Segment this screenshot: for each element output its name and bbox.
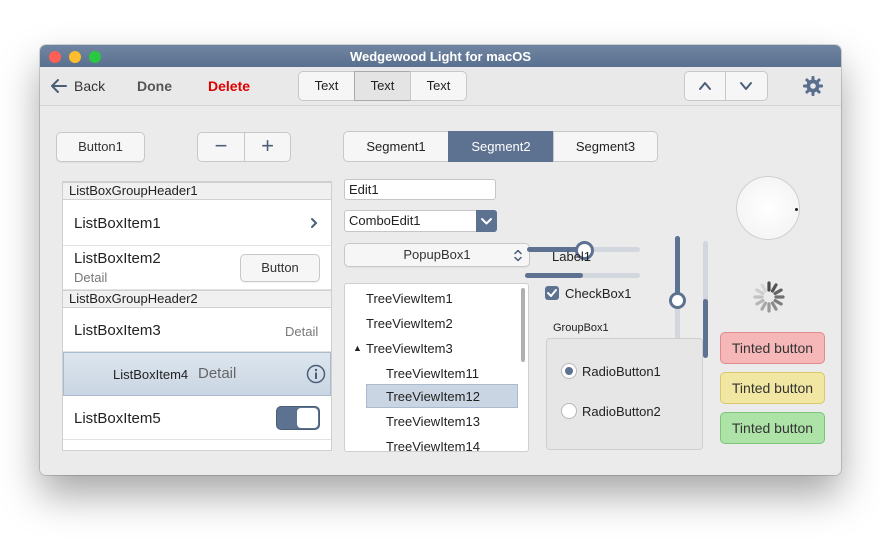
toolbar: Back Done Delete Text Text Text [40, 67, 841, 106]
up-down-arrows-icon [514, 249, 522, 262]
vslider-1-track[interactable] [669, 236, 686, 348]
text-segment-2[interactable]: Text [354, 71, 411, 101]
tree-expand-triangle-icon[interactable]: ▲ [353, 341, 362, 356]
checkmark-icon [547, 289, 557, 297]
radio-dot [565, 367, 573, 375]
gear-icon[interactable] [802, 75, 824, 97]
checkbox1-label[interactable]: CheckBox1 [565, 286, 631, 301]
listbox-item-1[interactable]: ListBoxItem1 [63, 200, 331, 246]
chevron-right-icon [311, 218, 318, 228]
segmented-control: Segment1 Segment2 Segment3 [343, 131, 658, 162]
text-segmented-control: Text Text Text [298, 71, 467, 101]
vslider-2-track[interactable] [703, 241, 708, 358]
chevron-down-icon [481, 218, 492, 225]
listbox: ListBoxGroupHeader1 ListBoxItem1 ListBox… [62, 181, 332, 451]
knob-indicator [795, 208, 798, 211]
listbox-group-header-1: ListBoxGroupHeader1 [63, 182, 331, 200]
done-button[interactable]: Done [137, 78, 172, 94]
down-button[interactable] [725, 71, 768, 101]
tree-item-3[interactable]: TreeViewItem3 [366, 341, 453, 356]
tree-item-11[interactable]: TreeViewItem11 [386, 366, 479, 381]
button1[interactable]: Button1 [56, 132, 145, 162]
minus-plus-stepper: − + [197, 132, 291, 162]
combo-dropdown-button[interactable] [476, 210, 497, 232]
listbox-item-2-detail: Detail [74, 270, 108, 285]
vslider-2-fill [703, 299, 708, 358]
activity-spinner-icon [753, 281, 785, 313]
window-title: Wedgewood Light for macOS [349, 49, 532, 64]
back-arrow-icon [51, 79, 67, 93]
groupbox1: RadioButton1 RadioButton2 [546, 338, 703, 450]
title-bar: Wedgewood Light for macOS [40, 45, 841, 67]
chevron-down-icon [740, 82, 752, 90]
app-window: Wedgewood Light for macOS Back Done Dele… [40, 45, 841, 475]
rotary-knob[interactable] [736, 176, 800, 240]
slider-2-fill [525, 273, 583, 278]
text-segment-1[interactable]: Text [298, 71, 355, 101]
content-area: Button1 − + ListBoxGroupHeader1 ListBoxI… [40, 106, 841, 475]
plus-button[interactable]: + [244, 132, 291, 162]
tree-scrollbar[interactable] [521, 288, 525, 362]
listbox-item-2-button[interactable]: Button [240, 254, 320, 282]
listbox-item-1-label: ListBoxItem1 [74, 215, 161, 232]
text-segment-3[interactable]: Text [410, 71, 467, 101]
listbox-item-4-detail: Detail [198, 365, 237, 382]
listbox-item-4-label: ListBoxItem4 [113, 367, 189, 382]
tinted-button-green[interactable]: Tinted button [720, 412, 825, 444]
up-button[interactable] [684, 71, 726, 101]
vslider-1-thumb[interactable] [669, 292, 686, 309]
slider-2-track[interactable] [525, 273, 640, 278]
tinted-button-red[interactable]: Tinted button [720, 332, 825, 364]
listbox-item-3[interactable]: ListBoxItem3 Detail [63, 308, 331, 352]
tree-item-2[interactable]: TreeViewItem2 [366, 316, 453, 331]
tree-item-1[interactable]: TreeViewItem1 [366, 291, 453, 306]
listbox-item-5-toggle[interactable] [276, 406, 320, 430]
segment-2[interactable]: Segment2 [448, 131, 554, 162]
listbox-item-2-label: ListBoxItem2 [74, 250, 161, 267]
combo-edit1-value: ComboEdit1 [349, 213, 421, 228]
listbox-item-3-label: ListBoxItem3 [74, 322, 161, 339]
popup-box1-value: PopupBox1 [403, 247, 471, 262]
listbox-item-5-label: ListBoxItem5 [74, 410, 161, 427]
listbox-group-header-2: ListBoxGroupHeader2 [63, 290, 331, 308]
listbox-item-3-detail: Detail [285, 324, 319, 339]
chevron-up-icon [699, 82, 711, 90]
listbox-item-2[interactable]: ListBoxItem2 Detail Button [63, 246, 331, 290]
segment-3[interactable]: Segment3 [553, 131, 658, 162]
tree-view: TreeViewItem1 TreeViewItem2 ▲ TreeViewIt… [344, 283, 529, 452]
radio-button-1-label[interactable]: RadioButton1 [582, 364, 661, 379]
up-down-control [684, 71, 768, 101]
delete-button[interactable]: Delete [208, 78, 250, 94]
groupbox1-title: GroupBox1 [553, 322, 609, 334]
segment-1[interactable]: Segment1 [343, 131, 449, 162]
toggle-knob [297, 408, 318, 428]
edit1-field[interactable]: Edit1 [344, 179, 496, 200]
info-icon[interactable] [306, 364, 326, 384]
radio-button-1[interactable] [561, 363, 577, 379]
listbox-item-4[interactable]: ListBoxItem4 Detail [63, 352, 331, 396]
tree-item-13[interactable]: TreeViewItem13 [386, 414, 480, 429]
combo-edit1-field[interactable]: ComboEdit1 [344, 210, 497, 232]
checkbox1-box[interactable] [545, 286, 559, 300]
minus-button[interactable]: − [197, 132, 245, 162]
tree-item-12[interactable]: TreeViewItem12 [386, 389, 480, 404]
tinted-button-yellow[interactable]: Tinted button [720, 372, 825, 404]
back-label: Back [74, 78, 106, 94]
listbox-item-5[interactable]: ListBoxItem5 [63, 396, 331, 440]
label1: Label1 [552, 249, 592, 264]
popup-box1[interactable]: PopupBox1 [344, 243, 530, 267]
radio-button-2[interactable] [561, 403, 577, 419]
radio-button-2-label[interactable]: RadioButton2 [582, 404, 661, 419]
tree-item-14[interactable]: TreeViewItem14 [386, 439, 480, 451]
